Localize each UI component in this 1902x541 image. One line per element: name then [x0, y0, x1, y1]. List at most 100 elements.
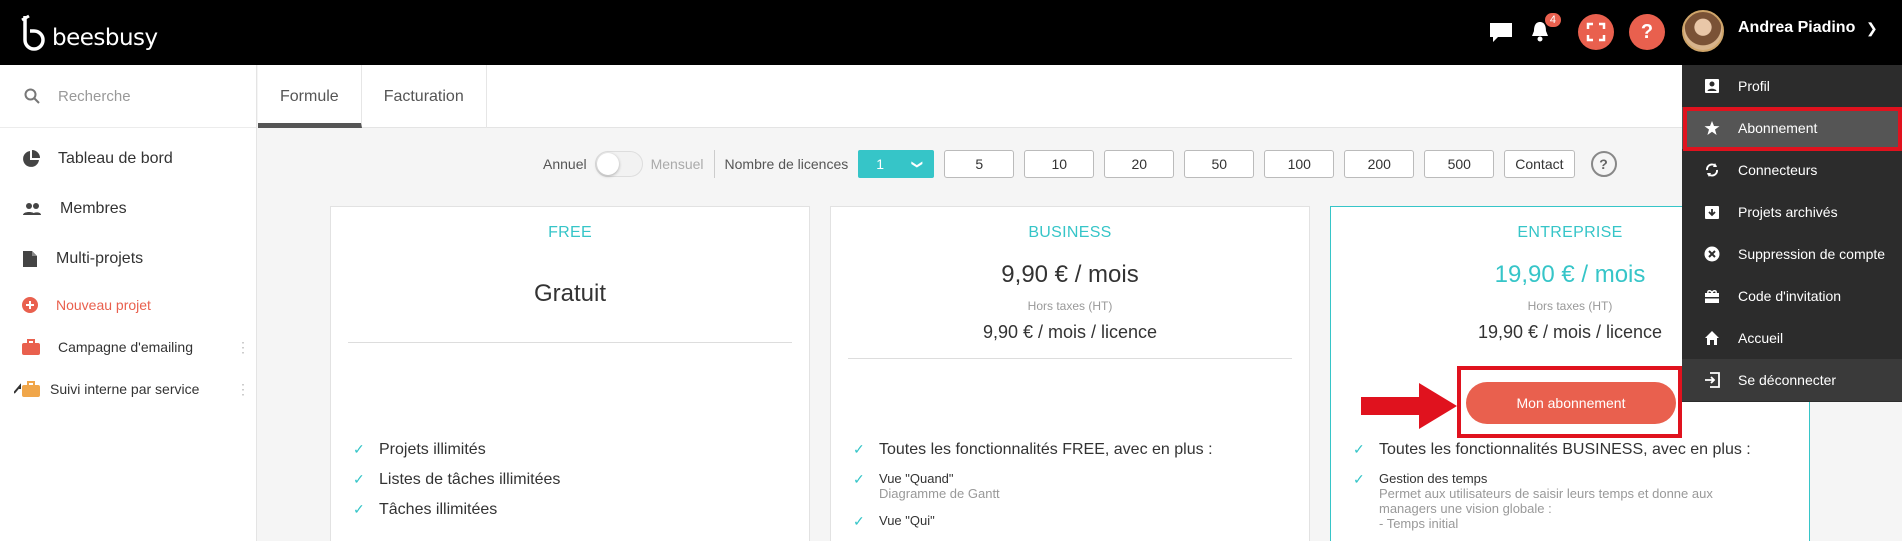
- subscription-controls: Annuel Mensuel Nombre de licences 1 ❯ 5 …: [543, 150, 1617, 178]
- briefcase-icon: [22, 339, 40, 355]
- sidebar-item-project-suivi[interactable]: Suivi interne par service ⋮: [0, 368, 256, 410]
- licence-option-200[interactable]: 200: [1344, 150, 1415, 178]
- profile-icon: [1705, 79, 1719, 93]
- feature-item: ✓ Projets illimités: [353, 441, 486, 458]
- feature-item: ✓ Vue "Qui": [853, 513, 935, 529]
- licence-option-50[interactable]: 50: [1184, 150, 1255, 178]
- fullscreen-icon: [1586, 22, 1606, 42]
- plan-card-business: BUSINESS 9,90 € / mois Hors taxes (HT) 9…: [830, 206, 1310, 541]
- billing-period-toggle[interactable]: [594, 151, 643, 177]
- licence-option-500[interactable]: 500: [1424, 150, 1495, 178]
- help-button[interactable]: ?: [1629, 14, 1665, 50]
- plan-name: BUSINESS: [1028, 224, 1112, 241]
- plan-card-free: FREE Gratuit ✓ Projets illimités ✓ Listes …: [330, 206, 810, 541]
- sidebar-item-project-emailing[interactable]: Campagne d'emailing ⋮: [0, 326, 256, 368]
- more-options-icon[interactable]: ⋮: [236, 381, 250, 398]
- check-icon: ✓: [1353, 471, 1365, 487]
- check-icon: ✓: [853, 471, 865, 487]
- search-icon: [24, 88, 40, 104]
- pie-chart-icon: [23, 150, 40, 167]
- sidebar-item-multi-projects[interactable]: Multi-projets: [0, 234, 256, 284]
- tab-formule[interactable]: Formule: [258, 65, 362, 128]
- menu-item-connecteurs[interactable]: Connecteurs: [1682, 149, 1902, 191]
- more-options-icon[interactable]: ⋮: [236, 339, 250, 356]
- feature-list: ✓ Toutes les fonctionnalités BUSINESS, av…: [1353, 441, 1751, 541]
- menu-item-profil[interactable]: Profil: [1682, 65, 1902, 107]
- users-icon: [23, 203, 41, 215]
- sidebar-item-label: Suivi interne par service: [50, 381, 200, 397]
- sidebar-item-label: Multi-projets: [56, 250, 144, 267]
- sidebar-item-label: Tableau de bord: [58, 150, 173, 167]
- plan-price: Gratuit: [533, 280, 607, 307]
- feature-item: ✓ Gestion des temps Permet aux utilisate…: [1353, 471, 1713, 531]
- feature-item: ✓ Toutes les fonctionnalités FREE, avec e…: [853, 441, 1213, 458]
- check-icon: ✓: [353, 501, 365, 517]
- plan-price: 9,90 € / mois: [1001, 261, 1139, 288]
- sidebar-item-label: Campagne d'emailing: [58, 339, 193, 355]
- plan-name: FREE: [548, 224, 592, 241]
- divider: [848, 358, 1292, 359]
- document-icon: [23, 251, 37, 267]
- plus-circle-icon: [22, 297, 38, 313]
- licence-option-5[interactable]: 5: [944, 150, 1015, 178]
- menu-item-delete-account[interactable]: Suppression de compte: [1682, 233, 1902, 275]
- logo-text: beesbusy: [52, 25, 158, 51]
- sidebar-item-members[interactable]: Membres: [0, 184, 256, 234]
- feature-item: ✓ Vue "Quand" Diagramme de Gantt: [853, 471, 1000, 501]
- tab-facturation[interactable]: Facturation: [362, 65, 487, 128]
- notification-count-badge: 4: [1543, 12, 1562, 28]
- annual-label: Annuel: [543, 156, 587, 172]
- app-logo[interactable]: beesbusy: [20, 14, 158, 52]
- divider: [348, 342, 792, 343]
- close-circle-icon: [1704, 246, 1720, 262]
- licence-option-10[interactable]: 10: [1024, 150, 1095, 178]
- tab-bar: Formule Facturation: [258, 65, 1902, 128]
- avatar[interactable]: [1682, 10, 1724, 52]
- divider: [713, 150, 715, 178]
- menu-item-home[interactable]: Accueil: [1682, 317, 1902, 359]
- highlight-box: [1457, 366, 1682, 438]
- check-icon: ✓: [853, 441, 865, 457]
- sidebar-item-new-project[interactable]: Nouveau projet: [0, 284, 256, 326]
- feature-item: ✓ Tâches illimitées: [353, 501, 498, 518]
- gift-icon: [1705, 290, 1719, 303]
- chat-icon: [1490, 23, 1512, 42]
- price-per-licence: 9,90 € / mois / licence: [982, 322, 1158, 342]
- chevron-down-icon[interactable]: ❯: [1866, 20, 1878, 37]
- fullscreen-button[interactable]: [1578, 14, 1614, 50]
- search-input[interactable]: Recherche: [58, 88, 131, 105]
- shared-briefcase-icon: [14, 381, 40, 397]
- check-icon: ✓: [353, 441, 365, 457]
- licence-option-20[interactable]: 20: [1104, 150, 1175, 178]
- sidebar: Recherche Tableau de bord Membres Multi-…: [0, 65, 257, 541]
- feature-list: ✓ Toutes les fonctionnalités FREE, avec e…: [853, 441, 1213, 541]
- beesbusy-logo-icon: [21, 14, 45, 51]
- contact-button[interactable]: Contact: [1504, 150, 1575, 178]
- help-icon: ?: [1640, 20, 1654, 43]
- check-icon: ✓: [353, 471, 365, 487]
- user-name[interactable]: Andrea Piadino: [1738, 19, 1855, 37]
- check-icon: ✓: [1353, 441, 1365, 457]
- menu-item-logout[interactable]: Se déconnecter: [1682, 359, 1902, 401]
- licence-count-select[interactable]: 1 ❯: [858, 150, 935, 178]
- menu-item-archived-projects[interactable]: Projets archivés: [1682, 191, 1902, 233]
- licences-label: Nombre de licences: [724, 156, 849, 172]
- sidebar-item-label: Membres: [60, 200, 127, 217]
- archive-icon: [1705, 206, 1719, 219]
- logout-icon: [1705, 372, 1720, 388]
- licence-count-value: 1: [876, 156, 885, 172]
- tax-note: Hors taxes (HT): [1027, 299, 1113, 313]
- feature-item: ✓ Toutes les fonctionnalités BUSINESS, av…: [1353, 441, 1751, 458]
- monthly-label: Mensuel: [650, 156, 704, 172]
- search-bar[interactable]: Recherche: [0, 65, 256, 128]
- menu-item-invitation-code[interactable]: Code d'invitation: [1682, 275, 1902, 317]
- sidebar-item-dashboard[interactable]: Tableau de bord: [0, 134, 256, 184]
- arrow-right-icon: [1361, 383, 1457, 429]
- feature-list: ✓ Projets illimités ✓ Listes de tâches ill…: [353, 441, 560, 531]
- check-icon: ✓: [853, 513, 865, 529]
- home-icon: [1705, 331, 1719, 345]
- help-icon[interactable]: ?: [1590, 151, 1617, 177]
- licence-option-100[interactable]: 100: [1264, 150, 1335, 178]
- notifications-button[interactable]: 4: [1522, 12, 1562, 50]
- chat-button[interactable]: [1483, 14, 1519, 50]
